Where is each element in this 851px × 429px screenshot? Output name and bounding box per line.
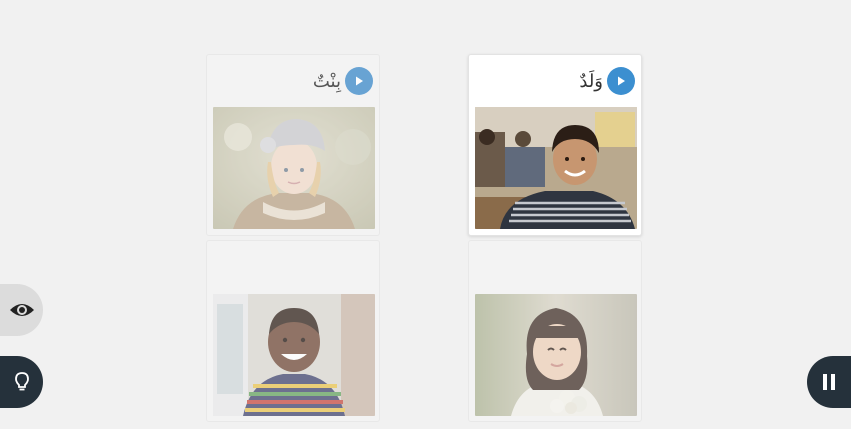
pause-button[interactable] [807, 356, 851, 408]
photo-girl-in-knit-hat [213, 107, 375, 229]
lightbulb-icon [14, 372, 29, 391]
card-header: وَلَدٌ [579, 67, 635, 95]
answer-card-boy[interactable]: وَلَدٌ [468, 54, 642, 236]
card-word: وَلَدٌ [579, 70, 603, 92]
pause-icon [823, 374, 835, 390]
exercise-stage: بِنْتٌ وَلَدٌ [0, 0, 851, 429]
eye-icon [9, 304, 34, 316]
play-audio-button[interactable] [607, 67, 635, 95]
answer-card-girl[interactable]: بِنْتٌ [206, 54, 380, 236]
answer-card-girl-with-flowers[interactable] [468, 240, 642, 422]
photo-girl-with-flowers [475, 294, 637, 416]
photo-smiling-boy-striped-shirt [213, 294, 375, 416]
play-icon [618, 76, 625, 86]
hint-button[interactable] [0, 356, 43, 408]
photo-boy-in-classroom [475, 107, 637, 229]
play-icon [356, 76, 363, 86]
answer-card-smiling-boy[interactable] [206, 240, 380, 422]
card-header: بِنْتٌ [313, 67, 373, 95]
play-audio-button[interactable] [345, 67, 373, 95]
reveal-button[interactable] [0, 284, 43, 336]
card-word: بِنْتٌ [312, 70, 341, 92]
